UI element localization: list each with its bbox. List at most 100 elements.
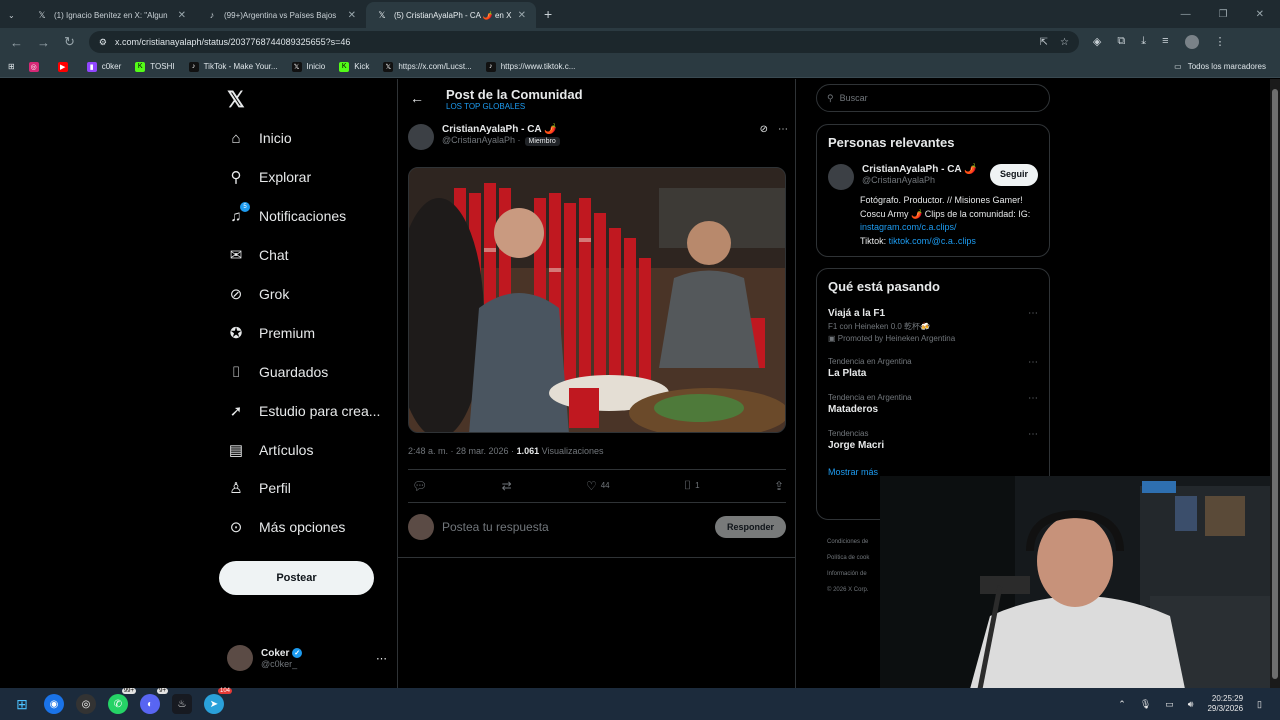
bookmark[interactable]: ♪ https://www.tiktok.c... bbox=[485, 61, 575, 72]
install-icon[interactable]: ⇱ bbox=[1040, 37, 1048, 48]
media-icon[interactable]: ≡ bbox=[1162, 35, 1168, 49]
nav-premium[interactable]: ✪ Premium bbox=[227, 324, 315, 342]
nav-grok[interactable]: ⊘ Grok bbox=[227, 285, 290, 303]
menu-icon[interactable]: ⋮ bbox=[1215, 35, 1226, 49]
more-icon[interactable]: ⋯ bbox=[778, 124, 788, 150]
microphone-icon[interactable]: 🎙︎ bbox=[1140, 699, 1151, 710]
footer-link[interactable]: Condiciones de bbox=[827, 534, 869, 550]
bookmark[interactable]: ◎ bbox=[28, 61, 44, 72]
close-tab-icon[interactable]: ✕ bbox=[518, 10, 526, 21]
back-arrow-icon[interactable]: ← bbox=[410, 90, 424, 111]
obs-icon[interactable]: ◎ bbox=[76, 694, 96, 714]
tab-search-button[interactable]: ⌄ bbox=[0, 2, 26, 28]
post-timestamp[interactable]: 2:48 a. m. · 28 mar. 2026 · bbox=[408, 446, 514, 456]
page-scrollbar[interactable] bbox=[1270, 79, 1280, 688]
browser-tab-active[interactable]: 𝕏 (5) CristianAyalaPh - CA 🌶️ en X ✕ bbox=[366, 2, 536, 28]
network-icon[interactable]: ▭ bbox=[1165, 699, 1174, 710]
more-icon[interactable]: ⋯ bbox=[1028, 393, 1038, 404]
bookmark-action[interactable]: ⌷ 1 bbox=[684, 478, 700, 493]
maximize-icon[interactable]: ❐ bbox=[1219, 9, 1228, 20]
puzzle-icon[interactable]: ⧉ bbox=[1117, 35, 1125, 49]
more-icon[interactable]: ⋯ bbox=[1028, 308, 1038, 319]
trend-item[interactable]: Tendencia en Argentina La Plata ⋯ bbox=[828, 357, 1038, 379]
nav-articles[interactable]: ▤ Artículos bbox=[227, 441, 314, 459]
close-tab-icon[interactable]: ✕ bbox=[348, 10, 356, 21]
bio-link[interactable]: tiktok.com/@c.a..clips bbox=[889, 236, 976, 246]
forward-arrow-icon[interactable]: → bbox=[37, 35, 50, 50]
close-tab-icon[interactable]: ✕ bbox=[178, 10, 186, 21]
community-link[interactable]: LOS TOP GLOBALES bbox=[446, 102, 583, 111]
trend-item[interactable]: Tendencias Jorge Macri ⋯ bbox=[828, 429, 1038, 451]
follow-button[interactable]: Seguir bbox=[989, 164, 1038, 186]
scrollbar-thumb[interactable] bbox=[1272, 89, 1278, 679]
steam-icon[interactable]: ♨ bbox=[172, 694, 192, 714]
bio-link[interactable]: instagram.com/c.a.clips/ bbox=[860, 222, 957, 232]
bookmark[interactable]: ▮ c0ker bbox=[86, 61, 121, 72]
browser-tab[interactable]: 𝕏 (1) Ignacio Benítez en X: "Algun ✕ bbox=[26, 2, 196, 28]
nav-more-options[interactable]: ⊙ Más opciones bbox=[227, 518, 346, 536]
more-icon[interactable]: ⋯ bbox=[1028, 429, 1038, 440]
site-info-icon[interactable]: ⚙ bbox=[99, 37, 107, 48]
bookmark[interactable]: ♪ TikTok - Make Your... bbox=[188, 61, 278, 72]
reply-button[interactable]: Responder bbox=[714, 516, 786, 538]
author-name[interactable]: CristianAyalaPh - CA 🌶️ bbox=[442, 124, 560, 135]
nav-explore[interactable]: ⚲ Explorar bbox=[227, 168, 312, 186]
nav-home[interactable]: ⌂ Inicio bbox=[227, 129, 291, 147]
bookmark[interactable]: ▶ bbox=[57, 61, 73, 72]
more-icon[interactable]: ⋯ bbox=[376, 652, 387, 665]
search-input[interactable]: ⚲ Buscar bbox=[816, 84, 1050, 112]
profile-avatar[interactable] bbox=[1184, 35, 1199, 49]
avatar[interactable] bbox=[828, 164, 854, 190]
nav-notifications[interactable]: ♫ 5 Notificaciones bbox=[227, 202, 346, 225]
reply-input[interactable]: Postea tu respuesta bbox=[442, 520, 707, 534]
url-bar[interactable]: ⚙ x.com/cristianayalaph/status/203776874… bbox=[88, 31, 1079, 53]
trend-item[interactable]: Viajá a la F1 F1 con Heineken 0.0 乾杯🍻 ▣ … bbox=[828, 308, 1038, 343]
footer-link[interactable]: Información de bbox=[827, 566, 869, 582]
reply-action[interactable]: 💬︎ bbox=[412, 478, 427, 493]
volume-icon[interactable]: 🔊︎ bbox=[1188, 699, 1194, 710]
more-icon[interactable]: ⋯ bbox=[1028, 357, 1038, 368]
browser-tab[interactable]: ♪ (99+)Argentina vs Países Bajos ✕ bbox=[196, 2, 366, 28]
person-handle[interactable]: @CristianAyalaPh bbox=[862, 175, 977, 185]
chrome-icon[interactable]: ◉ bbox=[44, 694, 64, 714]
footer-link[interactable]: Política de cook bbox=[827, 550, 869, 566]
notifications-icon[interactable]: ▯ bbox=[1257, 699, 1262, 710]
account-switcher[interactable]: Coker ✓ @c0ker_ ⋯ bbox=[227, 645, 387, 671]
extension-icon[interactable]: ◈ bbox=[1093, 35, 1101, 49]
telegram-icon[interactable]: ➤ 104 bbox=[204, 688, 232, 714]
close-window-icon[interactable]: ✕ bbox=[1256, 9, 1264, 20]
nav-profile[interactable]: ♙ Perfil bbox=[227, 479, 291, 497]
x-logo-icon[interactable]: 𝕏 bbox=[227, 87, 245, 113]
bookmarks-bar: ⊞ ◎ ▶ ▮ c0ker K TOSHI ♪ TikTok - Make Your.… bbox=[0, 56, 1280, 78]
bookmark[interactable]: K TOSHI bbox=[135, 61, 175, 72]
discord-icon[interactable]: ◐ 9+ bbox=[140, 688, 168, 714]
all-bookmarks[interactable]: ▭ Todos los marcadores bbox=[1174, 62, 1272, 71]
avatar[interactable] bbox=[408, 124, 434, 150]
trend-item[interactable]: Tendencia en Argentina Mataderos ⋯ bbox=[828, 393, 1038, 415]
like-action[interactable]: ♡ 44 bbox=[586, 478, 610, 493]
apps-grid-icon[interactable]: ⊞ bbox=[8, 62, 15, 71]
nav-creator-studio[interactable]: ➚ Estudio para crea... bbox=[227, 402, 381, 420]
download-icon[interactable]: ⤓ bbox=[1141, 35, 1146, 49]
back-arrow-icon[interactable]: ← bbox=[10, 35, 23, 50]
repost-action[interactable]: ⇄ bbox=[502, 478, 512, 493]
person-name[interactable]: CristianAyalaPh - CA 🌶️ bbox=[862, 164, 977, 175]
share-action[interactable]: ⇪ bbox=[774, 478, 784, 493]
author-handle[interactable]: @CristianAyalaPh · bbox=[442, 135, 521, 145]
grok-icon[interactable]: ⊘ bbox=[760, 124, 768, 150]
nav-bookmarks[interactable]: ⌷ Guardados bbox=[227, 363, 328, 381]
bookmark[interactable]: 𝕏 Inicio bbox=[291, 61, 325, 72]
new-tab-icon[interactable]: + bbox=[536, 6, 560, 22]
post-image[interactable] bbox=[408, 167, 786, 433]
bookmark[interactable]: 𝕏https://x.com/Lucst... bbox=[383, 61, 472, 72]
system-clock[interactable]: 20:25:29 29/3/2026 bbox=[1207, 694, 1243, 714]
chevron-up-icon[interactable]: ⌃ bbox=[1118, 699, 1126, 710]
bookmark[interactable]: K Kick bbox=[339, 61, 369, 72]
reload-icon[interactable]: ↻ bbox=[64, 34, 75, 50]
post-button[interactable]: Postear bbox=[219, 561, 374, 595]
whatsapp-icon[interactable]: ✆ 99+ bbox=[108, 688, 136, 714]
windows-start-icon[interactable]: ⊞ bbox=[12, 694, 32, 714]
nav-chat[interactable]: ✉ Chat bbox=[227, 246, 289, 264]
star-icon[interactable]: ☆ bbox=[1060, 37, 1069, 48]
minimize-icon[interactable]: — bbox=[1181, 9, 1191, 20]
